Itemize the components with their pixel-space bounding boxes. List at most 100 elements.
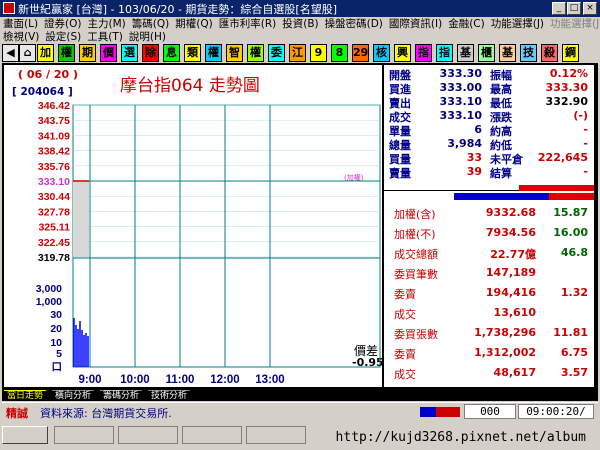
index-value: 7934.56 (485, 226, 536, 239)
start-button[interactable] (2, 426, 48, 444)
index-change: 16.00 (553, 226, 588, 239)
time-tick-label: 9:00 (78, 374, 101, 386)
order-ratio: 11.81 (553, 326, 588, 339)
order-ratio: 1.32 (560, 286, 588, 299)
index-label: 加權(含) (394, 208, 436, 221)
quote-label: 結算 (490, 167, 512, 180)
quote-row: 買量 33 未平倉 222,645 (384, 151, 594, 166)
volume-tick-label: 5 (56, 348, 62, 360)
clock: 09:00:20/ (518, 404, 594, 419)
time-tick-label: 10:00 (120, 374, 149, 386)
volume-tick-label: 30 (50, 309, 62, 321)
order-label: 委買張數 (394, 328, 438, 341)
quote-value: (-) (573, 109, 588, 122)
quote-value: 222,645 (537, 151, 588, 164)
quote-value: 39 (466, 165, 482, 178)
data-source: 資料來源: 台灣期貨交易所. (40, 407, 172, 420)
signal-indicator (420, 407, 460, 417)
index-value: 9332.68 (485, 206, 536, 219)
volume-tick-label: 1,000 (36, 296, 62, 308)
volume-tick-label: 20 (50, 323, 62, 335)
tick-counter: 000 (464, 404, 516, 419)
time-tick-label: 13:00 (255, 374, 284, 386)
quote-value: 33 (466, 151, 482, 164)
quote-row: 單量 6 約高 - (384, 123, 594, 138)
quote-label: 賣量 (389, 167, 411, 180)
quote-value: 333.30 (545, 81, 588, 94)
index-row: 加權(不) 7934.56 16.00 (384, 226, 594, 241)
order-label: 成交 (394, 368, 416, 381)
quote-value: 333.30 (439, 67, 482, 80)
price-tick-label: 333.10 (38, 176, 70, 188)
tab-technical-analysis[interactable]: 技術分析 (148, 390, 191, 401)
price-tick-label: 319.78 (38, 252, 70, 264)
time-tick-label: 11:00 (166, 374, 195, 386)
price-tick-label: 346.42 (38, 100, 70, 112)
order-label: 成交 (394, 308, 416, 321)
order-row: 成交 13,610 (384, 306, 594, 321)
order-row: 委賣 194,416 1.32 (384, 286, 594, 301)
quote-row: 賣出 333.10 最低 332.90 (384, 95, 594, 110)
order-value: 147,189 (485, 266, 536, 279)
index-change: 15.87 (553, 206, 588, 219)
price-tick-label: 343.75 (38, 115, 70, 127)
order-value: 48,617 (493, 366, 536, 379)
order-value: 1,738,296 (474, 326, 536, 339)
quote-value: 0.12% (549, 67, 588, 80)
quote-row: 成交 333.10 漲跌 (-) (384, 109, 594, 124)
tab-chip-analysis[interactable]: 籌碼分析 (100, 390, 143, 401)
status-bar: 精誠 資料來源: 台灣期貨交易所. 000 09:00:20/ (2, 402, 598, 420)
taskbar-item[interactable] (54, 426, 114, 444)
watermark-url: http://kujd3268.pixnet.net/album (335, 430, 586, 445)
index-row: 加權(含) 9332.68 15.87 (384, 206, 594, 221)
plot-frame (72, 104, 381, 368)
order-value: 194,416 (485, 286, 536, 299)
taskbar-item[interactable] (246, 426, 306, 444)
quote-row: 賣量 39 結算 - (384, 165, 594, 180)
order-row: 委買張數 1,738,296 11.81 (384, 326, 594, 341)
quote-value: - (583, 123, 588, 136)
price-tick-label: 338.42 (38, 146, 70, 158)
quote-value: 332.90 (545, 95, 588, 108)
quote-value: 333.10 (439, 95, 482, 108)
quote-value: - (583, 165, 588, 178)
order-label: 委賣 (394, 288, 416, 301)
order-label: 委賣 (394, 348, 416, 361)
quote-value: - (583, 137, 588, 150)
taskbar-item[interactable] (118, 426, 178, 444)
index-label: 成交總額 (394, 248, 438, 261)
quote-row: 買進 333.00 最高 333.30 (384, 81, 594, 96)
order-ratio: 3.57 (560, 366, 588, 379)
volume-tick-label: 3,000 (36, 283, 62, 295)
quote-row: 開盤 333.30 振幅 0.12% (384, 67, 594, 82)
quote-value: 333.00 (439, 81, 482, 94)
early-session-area (73, 181, 89, 257)
index-row: 成交總額 22.77億 46.8 (384, 246, 594, 261)
volume-tick-label: 口 (52, 361, 63, 373)
tab-horizontal-analysis[interactable]: 橫向分析 (52, 390, 95, 401)
order-row: 委賣 1,312,002 6.75 (384, 346, 594, 361)
index-change: 46.8 (560, 246, 588, 259)
price-tick-label: 322.45 (38, 237, 70, 249)
quote-value: 3,984 (447, 137, 482, 150)
price-tick-label: 325.11 (38, 222, 70, 234)
price-tick-label: 341.09 (38, 130, 70, 142)
time-tick-label: 12:00 (210, 374, 239, 386)
vendor-tag: 精誠 (6, 407, 28, 420)
order-value: 1,312,002 (474, 346, 536, 359)
order-value: 13,610 (493, 306, 536, 319)
order-ratio: 6.75 (560, 346, 588, 359)
order-label: 委買筆數 (394, 268, 438, 281)
order-row: 委買筆數 147,189 (384, 266, 594, 281)
taskbar-item[interactable] (182, 426, 242, 444)
bidask-bar (384, 184, 594, 202)
price-tick-label: 330.44 (38, 191, 70, 203)
order-row: 成交 48,617 3.57 (384, 366, 594, 381)
quote-value: 6 (474, 123, 482, 136)
index-label: 加權(不) (394, 228, 436, 241)
quote-row: 總量 3,984 約低 - (384, 137, 594, 152)
index-value: 22.77億 (490, 248, 536, 261)
price-tick-label: 335.76 (38, 161, 70, 173)
tab-daily-trend[interactable]: 當日走勢 (4, 390, 47, 401)
quote-value: 333.10 (439, 109, 482, 122)
